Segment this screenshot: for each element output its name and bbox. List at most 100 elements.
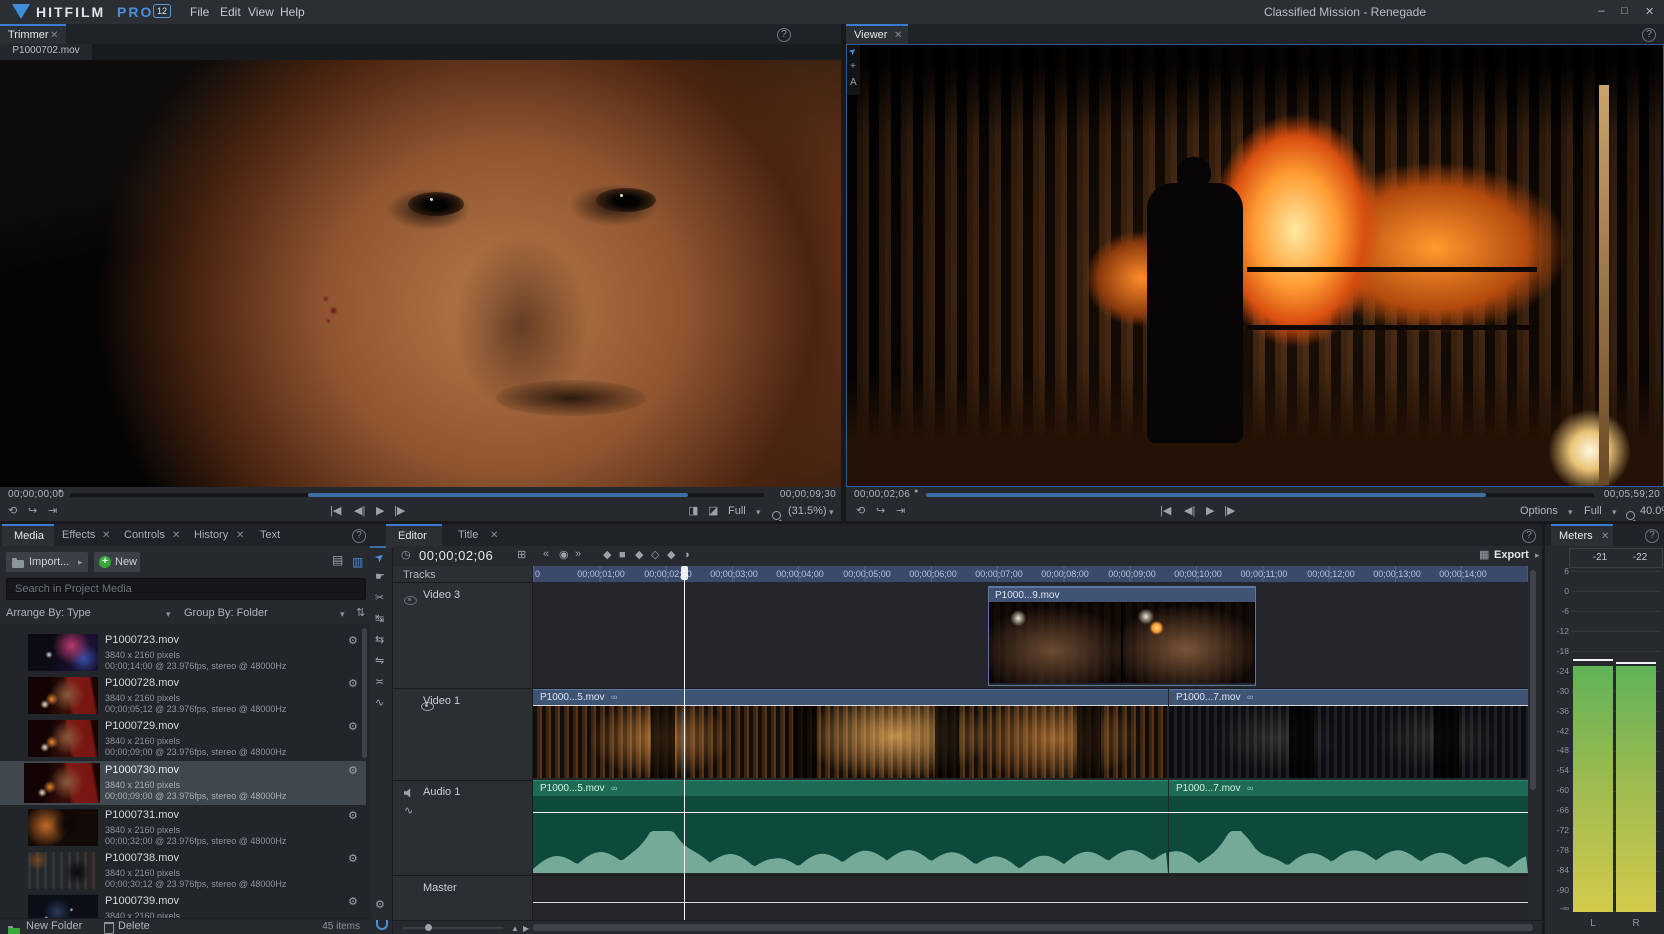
media-item-gear-icon[interactable]: ⚙ [348, 854, 358, 865]
media-item-gear-icon[interactable]: ⚙ [348, 897, 358, 908]
tab-history[interactable]: History ✕ [190, 524, 248, 546]
import-button[interactable]: Import... ▸ [6, 552, 88, 572]
trim-extend-icon[interactable]: ◑ [683, 550, 690, 561]
export-frame-icon[interactable]: ↪ [28, 506, 37, 517]
group-by-select[interactable]: Group By: Folder [184, 607, 268, 619]
tab-editor[interactable]: Editor [386, 524, 442, 548]
media-item[interactable]: P1000723.mov 3840 x 2160 pixels 00;00;14… [0, 632, 366, 674]
viewer-help-icon[interactable]: ? [1642, 28, 1656, 42]
snap-frame-icon[interactable]: ⊞ [517, 550, 526, 561]
trimmer-seek-range[interactable] [308, 493, 688, 497]
grid-view-icon[interactable]: ▤ [332, 555, 343, 566]
clip-video3[interactable]: P1000...9.mov [988, 586, 1256, 686]
trim-in-icon[interactable]: ◆ [635, 550, 643, 561]
zoom-dropdown-icon[interactable]: ▾ [829, 507, 834, 518]
options-dropdown-icon[interactable]: ▾ [1568, 507, 1573, 518]
track-label-video3[interactable]: Video 3 [423, 589, 460, 601]
viewer-video-preview[interactable] [846, 44, 1664, 487]
timeline-zoom-slider-track[interactable] [403, 927, 503, 929]
overlay-to-timeline-icon[interactable]: ◪ [708, 506, 718, 517]
close-button[interactable]: ✕ [1645, 5, 1654, 18]
viewer-zoom-level[interactable]: 40.0% [1640, 505, 1664, 517]
export-button[interactable]: Export [1494, 549, 1529, 561]
ripple-tool-icon[interactable]: ⇋ [375, 656, 384, 667]
title-tab-close-icon[interactable]: ✕ [490, 530, 498, 541]
zoom-fit-icon[interactable]: ▲ [511, 923, 519, 934]
tab-media[interactable]: Media [2, 524, 54, 548]
viewer-go-to-start-button[interactable]: |◀ [1160, 506, 1171, 517]
viewer-fit-mode-select[interactable]: Full [1584, 505, 1602, 517]
editor-help-icon[interactable]: ? [1522, 529, 1536, 543]
tab-meters[interactable]: Meters ✕ [1551, 524, 1613, 548]
trimmer-source-tab[interactable]: P1000702.mov [0, 44, 92, 61]
hand-tool-icon[interactable]: ☛ [375, 572, 385, 583]
timeline-content[interactable]: P1000...9.mov P1000...5.mov ∞ P1000...7.… [533, 582, 1528, 920]
arrange-by-select[interactable]: Arrange By: Type [6, 607, 91, 619]
media-item-gear-icon[interactable]: ⚙ [348, 679, 358, 690]
set-in-point-icon[interactable]: ⇥ [48, 506, 57, 517]
timeline-settings-gear-icon[interactable]: ⚙ [375, 900, 385, 911]
meters-help-icon[interactable]: ? [1645, 529, 1659, 543]
new-button[interactable]: + New [94, 552, 140, 572]
media-item-gear-icon[interactable]: ⚙ [348, 722, 358, 733]
viewer-crosshair-tool-icon[interactable]: + [850, 61, 856, 72]
viewer-options-select[interactable]: Options [1520, 505, 1558, 517]
media-item-gear-icon[interactable]: ⚙ [348, 636, 358, 647]
trimmer-fit-mode-select[interactable]: Full [728, 505, 746, 517]
media-item-selected[interactable]: P1000730.mov 3840 x 2160 pixels 00;00;09… [0, 761, 366, 805]
master-volume-envelope[interactable] [533, 902, 1528, 903]
snapping-magnet-icon[interactable] [376, 920, 388, 930]
viewer-set-in-icon[interactable]: ⇥ [896, 506, 905, 517]
menu-help[interactable]: Help [280, 5, 305, 19]
menu-edit[interactable]: Edit [220, 5, 241, 19]
media-item-gear-icon[interactable]: ⚙ [348, 811, 358, 822]
next-frame-button[interactable]: |▶ [394, 506, 405, 517]
tab-effects[interactable]: Effects ✕ [58, 524, 114, 546]
audio1-mute-icon[interactable] [404, 788, 414, 798]
next-keyframe-icon[interactable]: » [575, 549, 581, 560]
tab-text[interactable]: Text [254, 524, 290, 546]
trimmer-playhead-dot-icon[interactable]: ● [58, 488, 62, 495]
playhead-line[interactable] [684, 566, 685, 920]
viewer-text-tool-icon[interactable]: A [850, 77, 857, 88]
trim-out-icon[interactable]: ◇ [651, 550, 659, 561]
trim-edit-icon[interactable]: ■ [619, 550, 626, 561]
viewer-fit-dropdown-icon[interactable]: ▾ [1612, 507, 1617, 518]
clip-audio1-a[interactable]: P1000...5.mov ∞ [533, 780, 1168, 873]
media-item-gear-icon[interactable]: ⚙ [348, 766, 358, 777]
trim-slide-icon[interactable]: ◆ [667, 550, 675, 561]
arrange-dropdown-icon[interactable]: ▾ [166, 609, 171, 620]
timeline-zoom-slider-handle[interactable] [425, 924, 432, 931]
trim-roll-icon[interactable]: ◆ [603, 550, 611, 561]
group-dropdown-icon[interactable]: ▾ [340, 609, 345, 620]
menu-file[interactable]: File [190, 5, 209, 19]
meters-tab-close-icon[interactable]: ✕ [1601, 531, 1609, 542]
playhead-handle[interactable] [681, 566, 688, 580]
viewer-export-frame-icon[interactable]: ↪ [876, 506, 885, 517]
history-tab-close-icon[interactable]: ✕ [236, 530, 244, 541]
media-item[interactable]: P1000738.mov 3840 x 2160 pixels 00;00;30… [0, 850, 366, 892]
tab-viewer[interactable]: Viewer ✕ [846, 24, 908, 46]
timeline-horizontal-scrollbar[interactable] [533, 924, 1533, 931]
viewer-previous-frame-button[interactable]: ◀| [1184, 506, 1195, 517]
slide-tool-icon[interactable]: ⇆ [375, 635, 384, 646]
new-folder-button[interactable]: New Folder [26, 920, 82, 932]
viewer-play-button[interactable]: ▶ [1206, 506, 1214, 517]
timeline-timecode[interactable]: 00;00;02;06 [419, 548, 493, 563]
fit-dropdown-icon[interactable]: ▾ [756, 507, 761, 518]
viewer-loop-icon[interactable]: ⟲ [856, 506, 865, 517]
media-list-scrollbar[interactable] [362, 628, 367, 758]
media-item[interactable]: P1000731.mov 3840 x 2160 pixels 00;00;32… [0, 807, 366, 849]
minimize-button[interactable]: – [1598, 3, 1605, 17]
audio1-automation-icon[interactable]: ∿ [404, 806, 413, 817]
controls-tab-close-icon[interactable]: ✕ [172, 530, 180, 541]
tab-controls[interactable]: Controls ✕ [120, 524, 184, 546]
timeline-vertical-scrollbar[interactable] [1530, 570, 1536, 790]
trimmer-tab-close-icon[interactable]: ✕ [50, 30, 58, 41]
viewer-tab-close-icon[interactable]: ✕ [894, 30, 902, 41]
clip-audio1-b[interactable]: P1000...7.mov ∞ [1169, 780, 1528, 873]
trimmer-help-icon[interactable]: ? [777, 28, 791, 42]
loop-playback-icon[interactable]: ⟲ [8, 506, 17, 517]
tab-title[interactable]: Title ✕ [448, 524, 504, 546]
clip-video1-b[interactable]: P1000...7.mov ∞ [1169, 689, 1528, 778]
